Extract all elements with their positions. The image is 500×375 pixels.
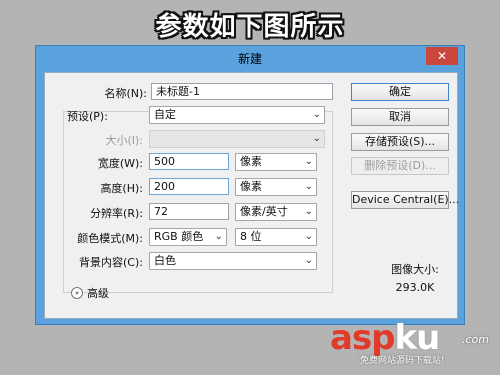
- watermark-asp: asp: [330, 318, 396, 358]
- device-central-button[interactable]: Device Central(E)...: [351, 191, 459, 209]
- watermark-logo: aspku: [330, 318, 441, 358]
- color-mode-value: RGB 颜色: [154, 230, 204, 243]
- image-size-value: 293.0K: [395, 281, 435, 294]
- resolution-input[interactable]: 72: [149, 203, 229, 220]
- name-input[interactable]: 未标题-1: [151, 83, 333, 100]
- height-label: 高度(H):: [100, 182, 143, 195]
- banner-caption: 参数如下图所示: [155, 12, 345, 42]
- close-icon: ✕: [436, 49, 448, 63]
- preset-label: 预设(P):: [67, 110, 108, 123]
- preset-select[interactable]: 自定 ⌄: [149, 106, 325, 124]
- bit-depth-select[interactable]: 8 位 ⌄: [235, 228, 317, 246]
- bit-depth-value: 8 位: [240, 230, 262, 243]
- resolution-unit-value: 像素/英寸: [240, 205, 288, 218]
- chevron-down-icon: ⌄: [304, 255, 313, 266]
- advanced-label[interactable]: 高级: [87, 285, 109, 301]
- chevron-down-icon: ⌄: [312, 133, 321, 144]
- dialog-title: 新建: [237, 52, 262, 66]
- watermark-com: .com: [462, 333, 489, 346]
- delete-preset-button: 删除预设(D)...: [351, 157, 449, 175]
- new-document-dialog: 新建 ✕ 名称(N): 未标题-1 预设(P): 自定 ⌄ 大小(I): ⌄ 宽…: [35, 45, 465, 325]
- close-button[interactable]: ✕: [426, 47, 458, 65]
- size-label: 大小(I):: [105, 134, 143, 147]
- height-unit-select[interactable]: 像素 ⌄: [235, 178, 317, 196]
- ok-button[interactable]: 确定: [351, 83, 449, 101]
- dialog-titlebar: 新建 ✕: [36, 46, 464, 70]
- chevron-down-icon: ⌄: [304, 206, 313, 217]
- chevron-down-icon: ⌄: [214, 231, 223, 242]
- background-label: 背景内容(C):: [79, 256, 143, 269]
- expand-advanced-icon[interactable]: »: [71, 287, 83, 299]
- cancel-button[interactable]: 取消: [351, 108, 449, 126]
- image-size-label: 图像大小:: [391, 263, 439, 276]
- save-preset-button[interactable]: 存储预设(S)...: [351, 133, 449, 151]
- resolution-label: 分辨率(R):: [90, 207, 143, 220]
- watermark-ku: ku: [394, 318, 441, 358]
- height-unit-value: 像素: [240, 180, 262, 193]
- height-input[interactable]: 200: [149, 178, 229, 195]
- width-input[interactable]: 500: [149, 153, 229, 170]
- color-mode-label: 颜色模式(M):: [77, 232, 143, 245]
- dialog-client-area: 名称(N): 未标题-1 预设(P): 自定 ⌄ 大小(I): ⌄ 宽度(W):…: [44, 72, 459, 319]
- color-mode-select[interactable]: RGB 颜色 ⌄: [149, 228, 227, 246]
- watermark-subtitle: 免费网站源码下载站!: [360, 356, 445, 366]
- background-select[interactable]: 白色 ⌄: [149, 252, 317, 270]
- width-unit-select[interactable]: 像素 ⌄: [235, 153, 317, 171]
- chevron-down-icon: ⌄: [304, 156, 313, 167]
- width-unit-value: 像素: [240, 155, 262, 168]
- chevron-down-icon: ⌄: [312, 109, 321, 120]
- size-select: ⌄: [149, 130, 325, 148]
- width-label: 宽度(W):: [97, 157, 143, 170]
- name-label: 名称(N):: [104, 87, 147, 100]
- chevron-down-icon: ⌄: [304, 231, 313, 242]
- resolution-unit-select[interactable]: 像素/英寸 ⌄: [235, 203, 317, 221]
- chevron-down-icon: ⌄: [304, 181, 313, 192]
- background-value: 白色: [154, 254, 176, 267]
- preset-value: 自定: [154, 108, 176, 121]
- advanced-divider: [107, 292, 321, 293]
